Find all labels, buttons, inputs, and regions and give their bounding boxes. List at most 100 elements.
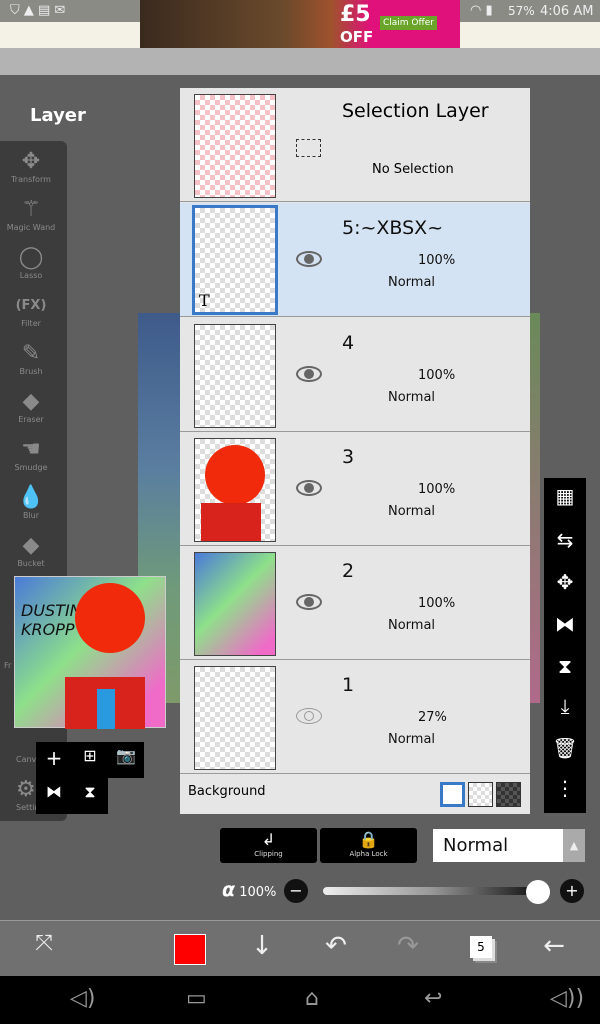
background-row: Background: [180, 774, 530, 814]
flip-vertical-icon[interactable]: ⧗: [544, 654, 586, 678]
layer-thumbnail: [194, 438, 276, 542]
smudge-icon: ☚: [21, 437, 41, 462]
checkerboard-icon[interactable]: ▦: [544, 484, 586, 508]
tool-bucket[interactable]: ◆ Bucket: [0, 533, 62, 568]
layer-actions-row1: + ⊞ 📷: [36, 742, 144, 778]
tool-blur[interactable]: 💧 Blur: [0, 485, 62, 520]
android-nav-bar: ◁) ▭ ⌂ ↩ ◁)): [0, 976, 600, 1024]
camera-icon[interactable]: 📷: [108, 746, 144, 765]
background-dark-swatch[interactable]: [496, 782, 521, 807]
add-layer-icon[interactable]: +: [36, 746, 72, 770]
opacity-decrease-button[interactable]: −: [284, 879, 308, 903]
alpha-lock-button[interactable]: 🔒 Alpha Lock: [320, 828, 417, 863]
selection-icon: [296, 139, 321, 157]
lock-icon: 🔒: [358, 830, 379, 849]
layer-blend-mode: Normal: [388, 732, 436, 747]
bucket-icon: ◆: [22, 533, 40, 558]
clipping-icon: ↲: [261, 830, 276, 849]
layer-opacity: 100%: [418, 596, 456, 611]
layer-name: 5:~XBSX~: [342, 217, 444, 239]
visibility-eye-icon[interactable]: [296, 594, 322, 610]
background-label: Background: [188, 784, 266, 799]
tool-transform[interactable]: ✥ Transform: [0, 149, 62, 184]
recent-apps-icon[interactable]: ▭: [186, 986, 207, 1011]
layer-thumbnail: T: [192, 205, 278, 315]
merge-down-icon[interactable]: ⤓: [544, 694, 586, 718]
home-icon[interactable]: ⌂: [305, 986, 319, 1011]
layer-row[interactable]: 2 100% Normal: [180, 546, 530, 660]
back-arrow-icon[interactable]: ←: [534, 931, 574, 961]
back-icon[interactable]: ↩: [424, 986, 442, 1011]
swap-icon[interactable]: ⇆: [544, 528, 586, 552]
opacity-label: α 100%: [222, 879, 277, 901]
tool-lasso[interactable]: ◯ Lasso: [0, 245, 62, 280]
magic-wand-icon: ⚚: [21, 197, 41, 222]
layer-blend-mode: Normal: [388, 618, 436, 633]
tool-eraser[interactable]: ◆ Eraser: [0, 389, 62, 424]
tool-filter[interactable]: (FX) Filter: [0, 293, 62, 328]
layer-blend-mode: Normal: [388, 390, 436, 405]
canvas[interactable]: [530, 313, 540, 703]
wifi-icon: ◠ ▮: [470, 3, 493, 18]
layers-count-button[interactable]: 5: [470, 936, 492, 958]
flip-vertical-icon[interactable]: ⧗: [72, 782, 108, 802]
color-swatch[interactable]: [174, 934, 206, 965]
volume-up-icon[interactable]: ◁)): [550, 986, 584, 1011]
selection-layer-row[interactable]: Selection Layer No Selection: [180, 88, 530, 202]
download-arrow-icon[interactable]: ↓: [242, 931, 282, 961]
layer-actions-row2: ⧓ ⧗: [36, 778, 108, 814]
chevron-up-icon[interactable]: ▲: [563, 829, 585, 862]
move-icon: ✥: [21, 149, 41, 174]
blur-icon: 💧: [17, 485, 45, 510]
layer-row[interactable]: 3 100% Normal: [180, 432, 530, 546]
visibility-eye-icon[interactable]: [296, 251, 322, 267]
visibility-eye-icon[interactable]: [296, 366, 322, 382]
redo-icon[interactable]: ↷: [388, 931, 428, 961]
ad-cta[interactable]: Claim Offer: [380, 16, 437, 30]
layer-blend-mode: Normal: [388, 275, 436, 290]
undo-icon[interactable]: ↶: [316, 931, 356, 961]
selection-status: No Selection: [372, 162, 454, 177]
lasso-icon: ◯: [18, 245, 44, 270]
fx-icon: (FX): [15, 298, 47, 313]
more-icon[interactable]: ⋮: [544, 776, 586, 800]
visibility-eye-icon[interactable]: [296, 708, 322, 724]
layer-row[interactable]: 1 27% Normal: [180, 660, 530, 774]
layer-tools-sidebar: ▦ ⇆ ✥ ⧓ ⧗ ⤓ 🗑 ⋮: [544, 478, 586, 813]
opacity-slider[interactable]: [323, 887, 538, 895]
volume-down-icon[interactable]: ◁): [70, 986, 96, 1011]
page-title: Layer: [30, 105, 86, 126]
layer-name: 4: [342, 332, 355, 354]
tool-brush[interactable]: ✎ Brush: [0, 341, 62, 376]
visibility-eye-icon[interactable]: [296, 480, 322, 496]
notification-icons: ⛉ ▲ ▤ ✉: [10, 3, 66, 18]
tool-smudge[interactable]: ☚ Smudge: [0, 437, 62, 472]
brush-icon: ✎: [21, 341, 41, 366]
clipping-button[interactable]: ↲ Clipping: [220, 828, 317, 863]
layer-thumbnail: [194, 324, 276, 428]
layer-opacity: 100%: [418, 253, 456, 268]
duplicate-layer-icon[interactable]: ⊞: [72, 746, 108, 765]
flip-horizontal-icon[interactable]: ⧓: [36, 782, 72, 801]
layer-opacity: 100%: [418, 368, 456, 383]
layer-row[interactable]: 4 100% Normal: [180, 318, 530, 432]
battery-text: 57%: [508, 4, 535, 18]
layer-thumbnail: [194, 666, 276, 770]
trash-icon[interactable]: 🗑: [544, 736, 586, 760]
background-white-swatch[interactable]: [440, 782, 465, 807]
opacity-slider-handle[interactable]: [526, 880, 550, 904]
artwork-text: DUSTIN KROPP: [21, 601, 82, 639]
background-transparent-swatch[interactable]: [468, 782, 493, 807]
tool-magic-wand[interactable]: ⚚ Magic Wand: [0, 197, 62, 232]
blend-mode-select[interactable]: Normal: [433, 829, 563, 862]
move-icon[interactable]: ✥: [544, 570, 586, 594]
opacity-increase-button[interactable]: +: [560, 879, 584, 903]
ad-price: £5: [340, 2, 371, 27]
flip-horizontal-icon[interactable]: ⧓: [544, 612, 586, 636]
layer-opacity: 27%: [418, 710, 447, 725]
layer-row[interactable]: T 5:~XBSX~ 100% Normal: [180, 203, 530, 317]
ad-banner[interactable]: £5 OFF Claim Offer: [140, 0, 460, 48]
ad-off: OFF: [340, 28, 374, 46]
layer-list: Selection Layer No Selection T 5:~XBSX~ …: [180, 88, 530, 814]
tool-switch-icon[interactable]: ⤧: [24, 931, 64, 956]
